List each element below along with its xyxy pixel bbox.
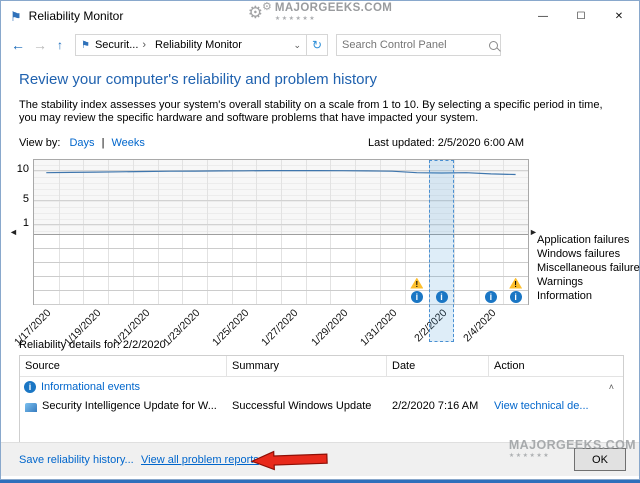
main-content: Review your computer's reliability and p… xyxy=(1,59,640,448)
column-header-action[interactable]: Action xyxy=(489,356,623,376)
column-header-date[interactable]: Date xyxy=(387,356,489,376)
information-icon[interactable]: i xyxy=(509,291,522,303)
category-row-label: Application failures xyxy=(537,234,630,246)
minimize-button[interactable]: — xyxy=(524,1,562,30)
information-icon[interactable]: i xyxy=(435,291,448,303)
details-title: Reliability details for: 2/2/2020 xyxy=(19,339,166,351)
view-by-controls: View by: Days | Weeks xyxy=(19,137,145,149)
navigation-toolbar: ← → ↑ ⚑ Securit... › Reliability Monitor… xyxy=(1,31,639,60)
x-axis-date-label: 1/29/2020 xyxy=(308,307,351,349)
chart-row-line xyxy=(34,262,528,263)
chart-row-line xyxy=(34,248,528,249)
save-reliability-history-link[interactable]: Save reliability history... xyxy=(19,454,134,466)
information-icon: i xyxy=(24,380,36,393)
windows-update-icon xyxy=(25,402,37,412)
page-title: Review your computer's reliability and p… xyxy=(19,71,378,88)
breadcrumb-root[interactable]: Securit... xyxy=(95,39,138,51)
warning-icon[interactable]: ! xyxy=(410,277,424,289)
stability-chart[interactable]: !! i i i i xyxy=(33,159,529,342)
footer-bar: Save reliability history... View all pro… xyxy=(1,439,639,476)
x-axis-date-label: 1/25/2020 xyxy=(209,307,252,349)
category-row-label: Windows failures xyxy=(537,248,621,260)
address-bar[interactable]: ⚑ Securit... › Reliability Monitor ⌄ xyxy=(75,34,307,56)
refresh-button[interactable]: ↻ xyxy=(306,34,328,56)
breadcrumb-separator-icon: › xyxy=(142,39,147,51)
collapse-chevron-icon[interactable]: ˄ xyxy=(609,382,614,392)
x-axis-date-label: 1/31/2020 xyxy=(358,307,400,349)
event-group-row[interactable]: i Informational events ˄ xyxy=(20,377,623,396)
information-icon[interactable]: i xyxy=(484,291,497,303)
y-axis-label-10: 10 xyxy=(16,163,29,175)
column-header-summary[interactable]: Summary xyxy=(227,356,387,376)
view-weeks-link[interactable]: Weeks xyxy=(111,137,144,149)
stability-line xyxy=(46,170,516,176)
page-description: The stability index assesses your system… xyxy=(19,99,603,124)
category-row-label: Miscellaneous failures xyxy=(537,262,640,274)
search-input[interactable] xyxy=(337,39,489,51)
maximize-button[interactable]: ☐ xyxy=(562,1,600,30)
breadcrumb-flag-icon: ⚑ xyxy=(81,39,90,51)
warning-icon[interactable]: ! xyxy=(509,277,523,289)
view-all-problem-reports-link[interactable]: View all problem reports xyxy=(141,454,259,466)
close-button[interactable]: ✕ xyxy=(600,1,638,30)
app-flag-icon: ⚑ xyxy=(10,8,22,24)
category-row-label: Warnings xyxy=(537,276,584,288)
view-divider: | xyxy=(101,137,105,149)
chart-row-line xyxy=(34,290,528,291)
last-updated-text: Last updated: 2/5/2020 6:00 AM xyxy=(368,137,524,149)
forward-button[interactable]: → xyxy=(33,38,47,52)
category-row-label: Information xyxy=(537,290,593,302)
title-bar: ⚑ Reliability Monitor — ☐ ✕ xyxy=(1,1,639,31)
chart-row-line xyxy=(34,276,528,277)
window-title: Reliability Monitor xyxy=(28,9,124,23)
view-by-label: View by: xyxy=(19,137,61,149)
details-table-header: Source Summary Date Action xyxy=(20,356,623,377)
x-axis-date-label: 1/27/2020 xyxy=(259,307,301,349)
information-icon[interactable]: i xyxy=(410,291,423,303)
view-days-link[interactable]: Days xyxy=(69,137,94,149)
view-technical-details-link[interactable]: View technical de... xyxy=(489,400,623,412)
event-date: 2/2/2020 7:16 AM xyxy=(392,399,479,412)
x-axis-date-label: 2/4/2020 xyxy=(461,307,499,345)
breadcrumb-current[interactable]: Reliability Monitor xyxy=(155,39,242,51)
event-source: Security Intelligence Update for W... xyxy=(20,400,227,412)
address-dropdown-icon[interactable]: ⌄ xyxy=(293,40,301,51)
red-arrow-annotation xyxy=(250,450,328,471)
category-row-labels: Application failures Windows failures Misc… xyxy=(537,233,640,303)
event-summary: Successful Windows Update xyxy=(232,399,372,412)
scroll-left-arrow-icon[interactable]: ◄ xyxy=(9,227,18,237)
up-button[interactable]: ↑ xyxy=(57,39,63,51)
event-group-label: Informational events xyxy=(41,380,141,393)
y-axis-label-5: 5 xyxy=(22,193,29,205)
selected-day-column[interactable] xyxy=(429,160,454,342)
chart-row-line xyxy=(34,234,528,235)
back-button[interactable]: ← xyxy=(11,38,25,52)
details-table: Source Summary Date Action i Information… xyxy=(19,355,624,443)
search-icon xyxy=(489,40,498,50)
reliability-monitor-window: ⚑ Reliability Monitor — ☐ ✕ ⚙ ⚙ MAJORGEE… xyxy=(0,0,640,480)
event-row[interactable]: Security Intelligence Update for W... Su… xyxy=(20,396,623,415)
search-box[interactable] xyxy=(336,34,501,56)
column-header-source[interactable]: Source xyxy=(20,356,227,376)
ok-button[interactable]: OK xyxy=(574,448,626,471)
